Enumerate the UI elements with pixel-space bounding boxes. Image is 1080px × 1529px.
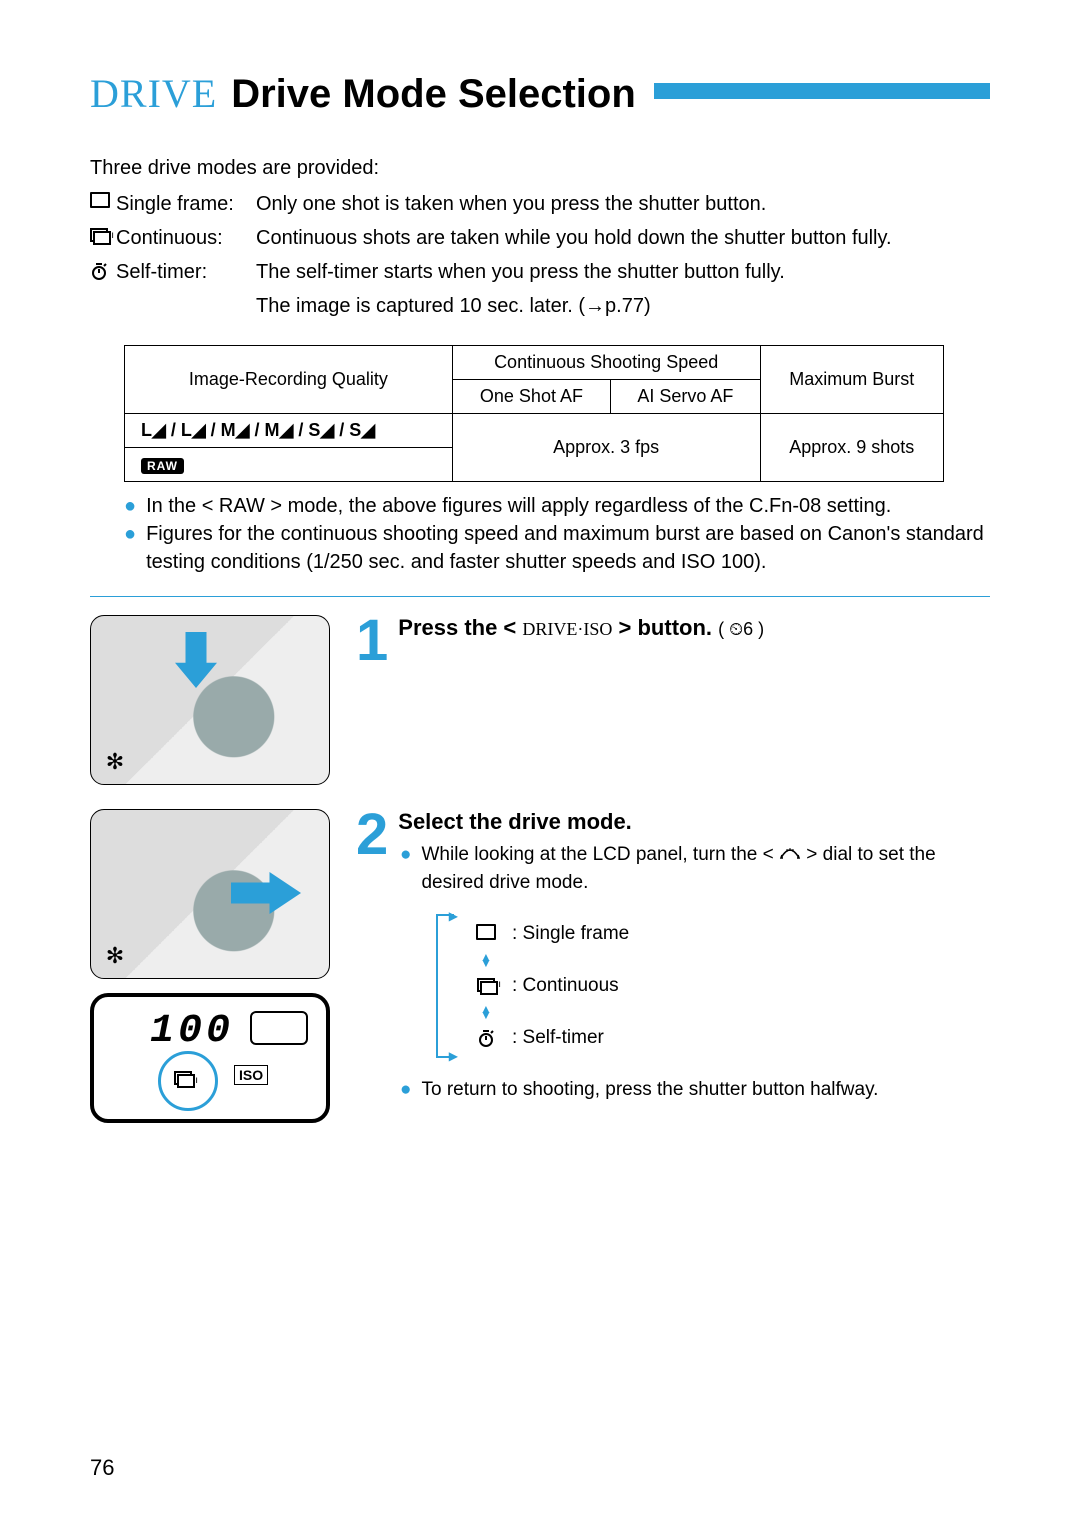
lcd-battery-box-icon — [250, 1011, 308, 1045]
opt-text: : Continuous — [512, 972, 619, 1000]
mode-desc-line2: The image is captured 10 sec. later. (→p… — [256, 291, 990, 321]
step-2-figures: ✻ 100 ıı ISO — [90, 809, 330, 1123]
mode-continuous: ıı Continuous: Continuous shots are take… — [90, 223, 990, 253]
step-1-text: 1 Press the < DRIVE·ISO > button. ( ⏲6 ) — [356, 615, 990, 799]
step-1-figure: ✻ — [90, 615, 330, 799]
asterisk-icon: ✻ — [101, 942, 129, 970]
self-timer-icon — [474, 1024, 498, 1053]
title-accent-bar — [654, 83, 990, 99]
mode-single-frame: Single frame: Only one shot is taken whe… — [90, 189, 990, 219]
turn-dial-arrow-icon — [231, 872, 301, 914]
press-arrow-icon — [175, 632, 217, 688]
bullet-dot-icon: ● — [124, 492, 136, 520]
step-2-heading: Select the drive mode. — [356, 809, 990, 835]
bullet-dot-icon: ● — [124, 520, 136, 576]
drive-mode-cycle-diagram: ▶ ▶ : Single frame ▲▼ ıı — [436, 914, 990, 1058]
mode-label: Self-timer: — [116, 257, 256, 287]
cycle-option-single: : Single frame — [474, 914, 629, 954]
asterisk-icon: ✻ — [101, 748, 129, 776]
cycle-options: : Single frame ▲▼ ıı : Continuous ▲▼ — [454, 914, 629, 1058]
single-frame-icon — [90, 189, 116, 216]
cycle-updown-arrow-icon: ▲▼ — [480, 954, 629, 966]
opt-text: : Single frame — [512, 920, 629, 948]
th-one-shot: One Shot AF — [452, 380, 610, 414]
td-burst: Approx. 9 shots — [760, 414, 943, 482]
step1-post: > button. — [619, 615, 712, 640]
step-1: ✻ 1 Press the < DRIVE·ISO > button. ( ⏲6… — [90, 615, 990, 799]
step-2: ✻ 100 ıı ISO 2 Select the drive mode. — [90, 809, 990, 1123]
step-number: 2 — [356, 809, 388, 861]
bullet-dot-icon: ● — [400, 841, 411, 896]
step1-timer: ( ⏲6 ) — [718, 619, 764, 639]
intro-text: Three drive modes are provided: — [90, 153, 990, 183]
main-dial-icon — [779, 843, 801, 868]
mode-list: Single frame: Only one shot is taken whe… — [90, 189, 990, 321]
self-timer-icon — [90, 257, 116, 284]
lcd-value: 100 — [150, 1009, 234, 1054]
title-prefix: DRIVE — [90, 70, 217, 117]
camera-top-illustration-1: ✻ — [90, 615, 330, 785]
manual-page: DRIVE Drive Mode Selection Three drive m… — [0, 0, 1080, 1529]
th-burst: Maximum Burst — [760, 346, 943, 414]
td-speed: Approx. 3 fps — [452, 414, 760, 482]
th-ai-servo: AI Servo AF — [611, 380, 760, 414]
single-frame-icon — [474, 920, 498, 949]
mode-self-timer: Self-timer: The self-timer starts when y… — [90, 257, 990, 287]
note-item: ● In the < RAW > mode, the above figures… — [124, 492, 990, 520]
b1-pre: While looking at the LCD panel, turn the… — [421, 844, 773, 865]
step2-bullet2: To return to shooting, press the shutter… — [421, 1076, 878, 1104]
step-2-body: ● While looking at the LCD panel, turn t… — [356, 841, 990, 1104]
page-title: Drive Mode Selection — [231, 72, 636, 117]
notes: ● In the < RAW > mode, the above figures… — [90, 492, 990, 576]
step1-pre: Press the < — [398, 615, 516, 640]
note-item: ● Figures for the continuous shooting sp… — [124, 520, 990, 576]
step-number: 1 — [356, 615, 388, 667]
continuous-icon: ıı — [90, 223, 116, 250]
note-text: Figures for the continuous shooting spee… — [146, 520, 990, 576]
th-speed: Continuous Shooting Speed — [452, 346, 760, 380]
drive-iso-label: DRIVE·ISO — [522, 619, 612, 639]
step-2-text: 2 Select the drive mode. ● While looking… — [356, 809, 990, 1123]
cycle-arrow-icon: ▶ — [449, 1048, 458, 1065]
step2-bullet1: While looking at the LCD panel, turn the… — [421, 841, 990, 896]
page-number: 76 — [90, 1455, 114, 1481]
cycle-arrow-icon: ▶ — [449, 908, 458, 925]
note-text: In the < RAW > mode, the above figures w… — [146, 492, 891, 520]
raw-badge: RAW — [141, 458, 184, 474]
lcd-continuous-icon: ıı — [174, 1065, 192, 1091]
td-quality-raw: RAW — [125, 448, 453, 482]
cycle-updown-arrow-icon: ▲▼ — [480, 1006, 629, 1018]
td-quality-jpeg: L◢ / L◢ / M◢ / M◢ / S◢ / S◢ — [125, 414, 453, 448]
cycle-rail: ▶ ▶ — [436, 914, 454, 1058]
mode-label: Continuous: — [116, 223, 256, 253]
cycle-option-continuous: ıı : Continuous — [474, 966, 629, 1006]
continuous-icon: ıı — [474, 972, 498, 1001]
spec-table: Image-Recording Quality Continuous Shoot… — [124, 345, 944, 482]
th-quality: Image-Recording Quality — [125, 346, 453, 414]
opt-text: : Self-timer — [512, 1024, 604, 1052]
page-title-row: DRIVE Drive Mode Selection — [90, 70, 990, 117]
mode-desc: The self-timer starts when you press the… — [256, 257, 990, 287]
cycle-option-self-timer: : Self-timer — [474, 1018, 629, 1058]
lcd-panel-illustration: 100 ıı ISO — [90, 993, 330, 1123]
lcd-iso-label: ISO — [234, 1065, 268, 1085]
step-1-heading: Press the < DRIVE·ISO > button. ( ⏲6 ) — [356, 615, 990, 641]
bullet-dot-icon: ● — [400, 1076, 411, 1104]
intro-block: Three drive modes are provided: Single f… — [90, 153, 990, 321]
mode-label: Single frame: — [116, 189, 256, 219]
mode-desc: Only one shot is taken when you press th… — [256, 189, 990, 219]
camera-top-illustration-2: ✻ — [90, 809, 330, 979]
mode-desc: Continuous shots are taken while you hol… — [256, 223, 990, 253]
steps: ✻ 1 Press the < DRIVE·ISO > button. ( ⏲6… — [90, 596, 990, 1123]
